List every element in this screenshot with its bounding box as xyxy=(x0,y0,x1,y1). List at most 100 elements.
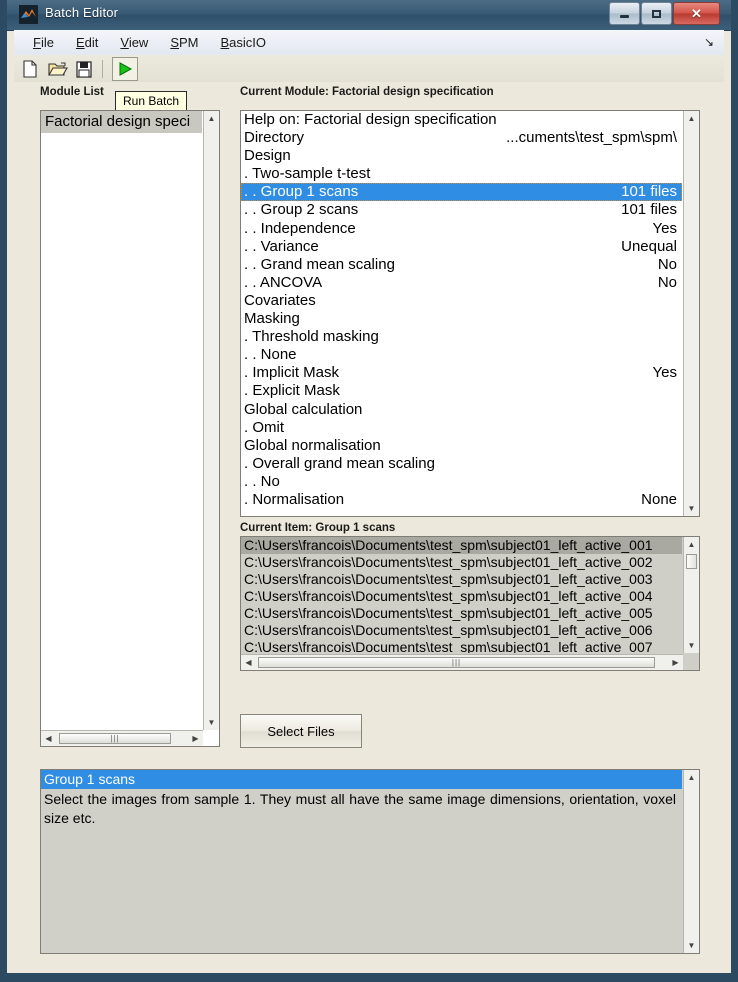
module-list[interactable]: Factorial design speci ▲ ▼ ◀ ||| ▶ xyxy=(40,110,220,747)
menu-item-view[interactable]: View xyxy=(109,33,159,52)
scroll-left-icon[interactable]: ◀ xyxy=(241,655,256,670)
file-list[interactable]: C:\Users\francois\Documents\test_spm\sub… xyxy=(240,536,700,671)
file-list-item[interactable]: C:\Users\francois\Documents\test_spm\sub… xyxy=(241,537,682,554)
menu-edit-accel: E xyxy=(76,35,85,50)
module-tree-row-label: Global normalisation xyxy=(244,437,381,454)
module-tree-row-label: Covariates xyxy=(244,292,316,309)
scroll-right-icon[interactable]: ▶ xyxy=(188,731,203,746)
maximize-button[interactable] xyxy=(641,2,672,25)
run-batch-tooltip: Run Batch xyxy=(115,91,187,112)
file-list-item[interactable]: C:\Users\francois\Documents\test_spm\sub… xyxy=(241,605,682,622)
menu-basicio-rest: asicIO xyxy=(229,35,266,50)
module-tree-row-value: None xyxy=(641,491,677,509)
batch-editor-window: Batch Editor ✕ File Edit View SPM BasicI… xyxy=(0,0,738,982)
module-tree-row[interactable]: . Omit xyxy=(241,419,682,437)
module-tree-row[interactable]: . . None xyxy=(241,346,682,364)
menu-view-accel: V xyxy=(120,35,128,50)
scroll-down-icon[interactable]: ▼ xyxy=(684,638,699,653)
module-tree-row[interactable]: Global calculation xyxy=(241,401,682,419)
module-tree-row[interactable]: Design xyxy=(241,147,682,165)
module-tree-row-value: Unequal xyxy=(621,238,677,256)
module-tree-row-label: . . ANCOVA xyxy=(244,274,322,291)
module-tree-row[interactable]: Global normalisation xyxy=(241,437,682,455)
save-batch-icon[interactable] xyxy=(73,58,95,80)
module-tree-row[interactable]: . . Variance Unequal xyxy=(241,238,682,256)
scroll-left-icon[interactable]: ◀ xyxy=(41,731,56,746)
scroll-right-icon[interactable]: ▶ xyxy=(668,655,683,670)
module-tree-row[interactable]: . . Group 1 scans101 files xyxy=(241,183,682,201)
file-list-vertical-scrollbar[interactable]: ▲ ▼ xyxy=(683,537,699,653)
close-button[interactable]: ✕ xyxy=(673,2,720,25)
module-tree-row-value: No xyxy=(658,274,677,292)
file-list-item[interactable]: C:\Users\francois\Documents\test_spm\sub… xyxy=(241,554,682,571)
window-title: Batch Editor xyxy=(45,5,118,20)
module-tree-row-label: . Explicit Mask xyxy=(244,382,340,399)
hscroll-thumb[interactable]: ||| xyxy=(258,657,655,668)
module-tree-row[interactable]: . . IndependenceYes xyxy=(241,220,682,238)
menu-overflow-icon[interactable]: ↘ xyxy=(704,35,714,49)
module-list-horizontal-scrollbar[interactable]: ◀ ||| ▶ xyxy=(41,730,203,746)
module-tree-row[interactable]: . Overall grand mean scaling xyxy=(241,455,682,473)
scroll-down-icon[interactable]: ▼ xyxy=(684,938,699,953)
module-tree-row[interactable]: Masking xyxy=(241,310,682,328)
toolbar xyxy=(14,55,724,83)
help-panel-title: Group 1 scans xyxy=(41,770,682,789)
module-list-vertical-scrollbar[interactable]: ▲ ▼ xyxy=(203,111,219,730)
menu-item-spm[interactable]: SPM xyxy=(159,33,209,52)
select-files-button[interactable]: Select Files xyxy=(240,714,362,748)
module-tree-row[interactable]: . Threshold masking xyxy=(241,328,682,346)
module-tree-row-label: Design xyxy=(244,147,291,164)
file-list-item[interactable]: C:\Users\francois\Documents\test_spm\sub… xyxy=(241,588,682,605)
minimize-button[interactable] xyxy=(609,2,640,25)
scroll-down-icon[interactable]: ▼ xyxy=(204,715,219,730)
help-vertical-scrollbar[interactable]: ▲ ▼ xyxy=(683,770,699,953)
module-tree-row-label: . . No xyxy=(244,473,280,490)
new-batch-icon[interactable] xyxy=(19,58,41,80)
module-tree-row[interactable]: . Two-sample t-test xyxy=(241,165,682,183)
module-tree-row-label: . . Grand mean scaling xyxy=(244,256,395,273)
hscroll-thumb[interactable]: ||| xyxy=(59,733,171,744)
file-list-horizontal-scrollbar[interactable]: ◀ ||| ▶ xyxy=(241,654,683,670)
module-tree-row-value: Yes xyxy=(653,220,677,238)
current-module-tree[interactable]: Help on: Factorial design specificationD… xyxy=(240,110,700,517)
vscroll-thumb[interactable] xyxy=(686,554,697,569)
scroll-up-icon[interactable]: ▲ xyxy=(204,111,219,126)
open-batch-icon[interactable] xyxy=(46,58,68,80)
scroll-up-icon[interactable]: ▲ xyxy=(684,111,699,126)
scroll-up-icon[interactable]: ▲ xyxy=(684,537,699,552)
menu-file-accel: F xyxy=(33,35,41,50)
tree-vertical-scrollbar[interactable]: ▲ ▼ xyxy=(683,111,699,516)
scroll-up-icon[interactable]: ▲ xyxy=(684,770,699,785)
matlab-membrane-icon xyxy=(19,5,38,24)
module-tree-row[interactable]: . . No xyxy=(241,473,682,491)
run-batch-icon[interactable] xyxy=(112,57,138,81)
help-panel[interactable]: Group 1 scans Select the images from sam… xyxy=(40,769,700,954)
menu-item-file[interactable]: File xyxy=(22,33,65,52)
module-tree-row[interactable]: . . ANCOVA No xyxy=(241,274,682,292)
module-tree-row[interactable]: Covariates xyxy=(241,292,682,310)
module-tree-row-value: 101 files xyxy=(621,201,677,219)
module-tree-row[interactable]: . NormalisationNone xyxy=(241,491,682,509)
module-tree-row-label: . . None xyxy=(244,346,297,363)
menu-spm-rest: PM xyxy=(179,35,199,50)
scroll-down-icon[interactable]: ▼ xyxy=(684,501,699,516)
module-tree-row[interactable]: . Implicit MaskYes xyxy=(241,364,682,382)
module-tree-row-label: . . Variance xyxy=(244,238,319,255)
module-tree-row-label: . . Group 2 scans xyxy=(244,201,358,218)
close-icon: ✕ xyxy=(674,3,719,24)
module-list-item[interactable]: Factorial design speci xyxy=(41,111,202,133)
module-tree-row-value: ...cuments\test_spm\spm\ xyxy=(506,129,677,147)
module-tree-row[interactable]: . Explicit Mask xyxy=(241,382,682,400)
module-tree-row[interactable]: Directory...cuments\test_spm\spm\ xyxy=(241,129,682,147)
file-list-item[interactable]: C:\Users\francois\Documents\test_spm\sub… xyxy=(241,639,682,653)
module-tree-row-value: No xyxy=(658,256,677,274)
module-tree-row-label: . Two-sample t-test xyxy=(244,165,370,182)
file-list-item[interactable]: C:\Users\francois\Documents\test_spm\sub… xyxy=(241,622,682,639)
module-tree-row[interactable]: . . Group 2 scans 101 files xyxy=(241,201,682,219)
menu-item-edit[interactable]: Edit xyxy=(65,33,109,52)
module-tree-row[interactable]: Help on: Factorial design specification xyxy=(241,111,682,129)
file-list-item[interactable]: C:\Users\francois\Documents\test_spm\sub… xyxy=(241,571,682,588)
module-tree-row[interactable]: . . Grand mean scaling No xyxy=(241,256,682,274)
menu-item-basicio[interactable]: BasicIO xyxy=(210,33,278,52)
module-tree-row-value: 101 files xyxy=(621,183,677,201)
